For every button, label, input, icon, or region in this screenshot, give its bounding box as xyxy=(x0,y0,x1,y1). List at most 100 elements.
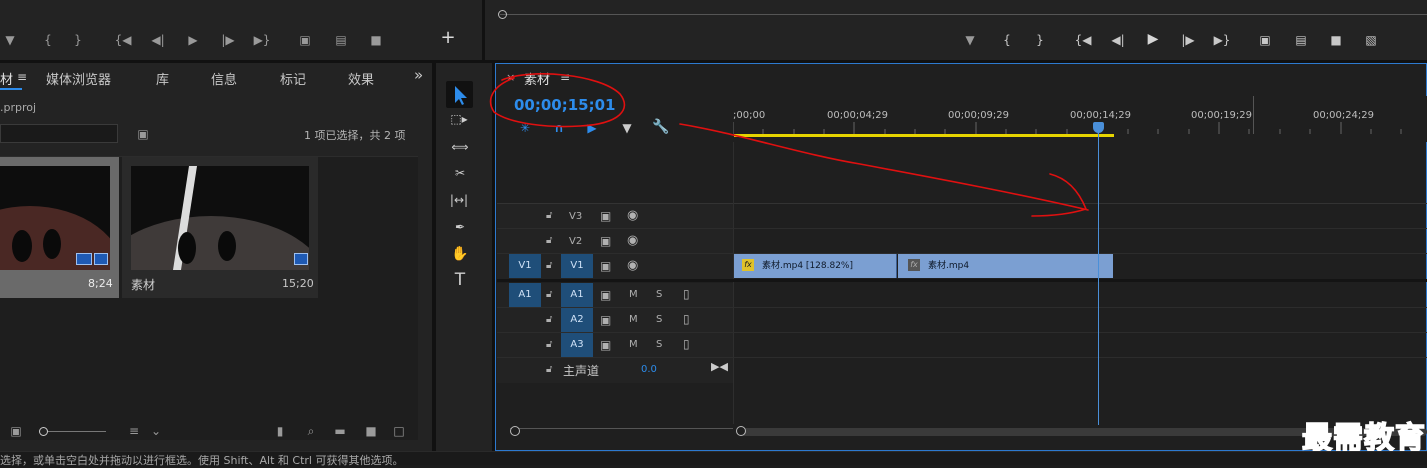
header-scrollbar[interactable] xyxy=(510,428,733,436)
mark-in-icon[interactable]: { xyxy=(42,33,54,47)
lock-icon[interactable]: 🔓︎ xyxy=(546,260,552,271)
play-icon[interactable]: ▶ xyxy=(186,33,200,47)
clip[interactable]: fx 素材.mp4 xyxy=(898,254,1113,278)
eye-icon[interactable]: ◉ xyxy=(627,233,638,248)
go-to-out-icon[interactable]: ▶} xyxy=(253,33,271,47)
mute-button[interactable]: M xyxy=(629,314,638,325)
program-scrub-handle[interactable] xyxy=(498,10,507,19)
solo-button[interactable]: S xyxy=(656,289,662,300)
ripple-edit-tool[interactable]: ⟺ xyxy=(450,140,470,154)
header-scroll-handle[interactable] xyxy=(510,426,520,436)
track-target-a2[interactable]: A2 xyxy=(561,308,593,332)
track-header-master[interactable] xyxy=(497,358,733,383)
panel-menu-icon[interactable]: ≡ xyxy=(16,70,28,84)
program-export-frame-icon[interactable]: ■ xyxy=(1328,33,1344,47)
new-bin-search-icon[interactable]: ▣ xyxy=(136,127,150,141)
mute-button[interactable]: M xyxy=(629,289,638,300)
insert-icon[interactable]: ▣ xyxy=(296,33,314,47)
list-item[interactable]: 素材 15;20 xyxy=(122,157,318,298)
ruler-label: 00;00;24;29 xyxy=(1313,110,1375,121)
sync-lock-icon[interactable]: ▣ xyxy=(600,288,611,302)
chevron-down-icon[interactable]: ⌄ xyxy=(150,424,162,438)
lock-icon[interactable]: 🔓︎ xyxy=(546,314,552,325)
program-mark-out-icon[interactable]: } xyxy=(1034,33,1046,47)
program-go-to-out-icon[interactable]: ▶} xyxy=(1213,33,1231,47)
search-input[interactable] xyxy=(0,124,118,143)
clip[interactable]: fx 素材.mp4 [128.82%] xyxy=(734,254,897,278)
tab-info[interactable]: 信息 xyxy=(211,69,237,88)
sync-lock-icon[interactable]: ▣ xyxy=(600,259,611,273)
type-tool[interactable]: T xyxy=(451,272,469,289)
status-text: 选择，或单击空白处并拖动以进行框选。使用 Shift、Alt 和 Ctrl 可获… xyxy=(0,454,404,467)
program-mark-in-icon[interactable]: { xyxy=(1001,33,1013,47)
new-bin-icon[interactable]: ▬ xyxy=(332,424,348,438)
horizontal-scroll-handle[interactable] xyxy=(736,426,746,436)
add-button[interactable]: + xyxy=(440,29,456,47)
automate-icon[interactable]: ▮ xyxy=(272,424,288,438)
sync-lock-icon[interactable]: ▣ xyxy=(600,338,611,352)
program-scrub-bar[interactable] xyxy=(500,14,1427,15)
go-to-next-icon[interactable]: ▶◀ xyxy=(711,360,728,373)
selection-tool[interactable] xyxy=(446,81,473,108)
more-panels-icon[interactable]: » xyxy=(414,66,423,84)
source-patch-v1[interactable]: V1 xyxy=(509,254,541,278)
master-volume[interactable]: 0.0 xyxy=(641,364,657,375)
marker-icon[interactable]: ▼ xyxy=(4,33,16,47)
solo-button[interactable]: S xyxy=(656,314,662,325)
zoom-slider-handle[interactable] xyxy=(39,427,48,436)
solo-button[interactable]: S xyxy=(656,339,662,350)
track-header-a3[interactable] xyxy=(497,333,733,358)
go-to-in-icon[interactable]: {◀ xyxy=(114,33,132,47)
freeform-view-icon[interactable]: ▣ xyxy=(6,424,26,438)
program-play-icon[interactable]: ▶ xyxy=(1146,32,1160,46)
export-frame-icon[interactable]: ■ xyxy=(368,33,384,47)
program-step-back-icon[interactable]: ◀| xyxy=(1110,33,1126,47)
slip-tool[interactable]: |↔| xyxy=(448,193,470,207)
hand-tool[interactable]: ✋ xyxy=(451,247,469,261)
lock-icon[interactable]: 🔓︎ xyxy=(546,289,552,300)
overwrite-icon[interactable]: ▤ xyxy=(332,33,350,47)
tab-effects[interactable]: 效果 xyxy=(348,69,374,88)
track-select-tool[interactable]: ⬚▸ xyxy=(448,112,470,126)
lock-icon[interactable]: 🔓︎ xyxy=(546,235,552,246)
lift-icon[interactable]: ▣ xyxy=(1256,33,1274,47)
program-marker-icon[interactable]: ▼ xyxy=(964,33,976,47)
program-monitor-controls xyxy=(485,0,1427,60)
microphone-icon[interactable]: ▯ xyxy=(683,287,690,301)
track-target-a3[interactable]: A3 xyxy=(561,333,593,357)
program-go-to-in-icon[interactable]: {◀ xyxy=(1074,33,1092,47)
new-item-icon[interactable]: ■ xyxy=(364,424,378,438)
lock-icon[interactable]: 🔓︎ xyxy=(546,339,552,350)
trash-icon[interactable]: □ xyxy=(392,424,406,438)
mute-button[interactable]: M xyxy=(629,339,638,350)
track-target-a1[interactable]: A1 xyxy=(561,283,593,307)
microphone-icon[interactable]: ▯ xyxy=(683,337,690,351)
step-back-icon[interactable]: ◀| xyxy=(150,33,166,47)
compare-icon[interactable]: ▧ xyxy=(1362,33,1380,47)
sync-lock-icon[interactable]: ▣ xyxy=(600,234,611,248)
tab-project[interactable]: 材 xyxy=(0,69,13,88)
sync-lock-icon[interactable]: ▣ xyxy=(600,313,611,327)
extract-icon[interactable]: ▤ xyxy=(1292,33,1310,47)
razor-tool[interactable]: ✂ xyxy=(451,166,469,180)
source-monitor-controls xyxy=(0,0,482,60)
ruler-label: 00;00;19;29 xyxy=(1191,110,1253,121)
pen-tool[interactable]: ✒ xyxy=(451,220,469,234)
lock-icon[interactable]: 🔓︎ xyxy=(546,364,552,375)
eye-icon[interactable]: ◉ xyxy=(627,258,638,273)
track-target-v1[interactable]: V1 xyxy=(561,254,593,278)
microphone-icon[interactable]: ▯ xyxy=(683,312,690,326)
zoom-slider[interactable] xyxy=(42,431,106,432)
step-forward-icon[interactable]: |▶ xyxy=(220,33,236,47)
mark-out-icon[interactable]: } xyxy=(72,33,84,47)
tab-libraries[interactable]: 库 xyxy=(156,69,169,88)
tab-media-browser[interactable]: 媒体浏览器 xyxy=(46,69,111,88)
program-step-forward-icon[interactable]: |▶ xyxy=(1180,33,1196,47)
list-item[interactable]: 8;24 xyxy=(0,157,119,298)
track-header-v2[interactable] xyxy=(497,229,733,254)
track-header-a2[interactable] xyxy=(497,308,733,333)
sort-icon[interactable]: ≡ xyxy=(126,424,142,438)
tab-markers[interactable]: 标记 xyxy=(280,69,306,88)
search-icon[interactable]: ⌕ xyxy=(304,424,318,438)
source-patch-a1[interactable]: A1 xyxy=(509,283,541,307)
